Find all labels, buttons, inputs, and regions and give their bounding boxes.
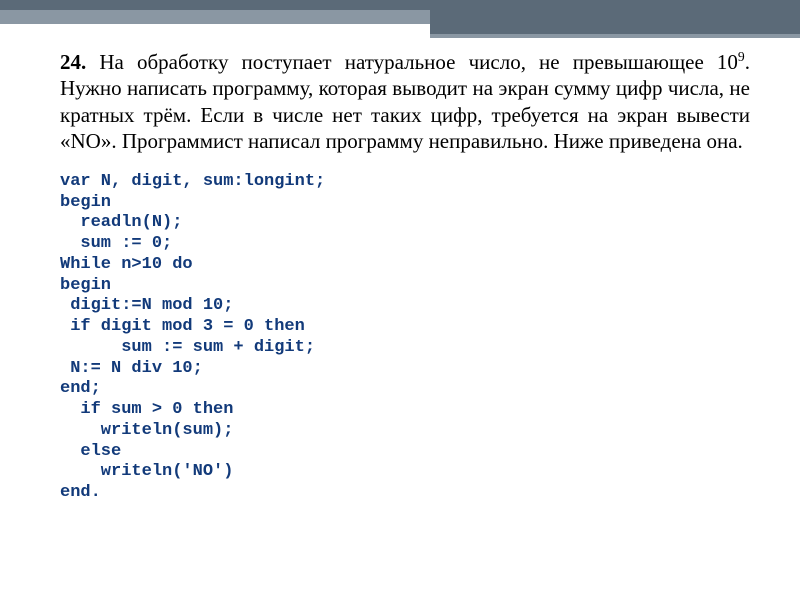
problem-body: На обработку поступает натуральное число… xyxy=(60,50,750,153)
problem-statement: 24. На обработку поступает натуральное ч… xyxy=(60,48,750,154)
code-listing: var N, digit, sum:longint; begin readln(… xyxy=(60,172,750,504)
slide-content: 24. На обработку поступает натуральное ч… xyxy=(60,48,750,504)
slide-header-block xyxy=(430,0,800,38)
problem-number: 24. xyxy=(60,50,86,74)
